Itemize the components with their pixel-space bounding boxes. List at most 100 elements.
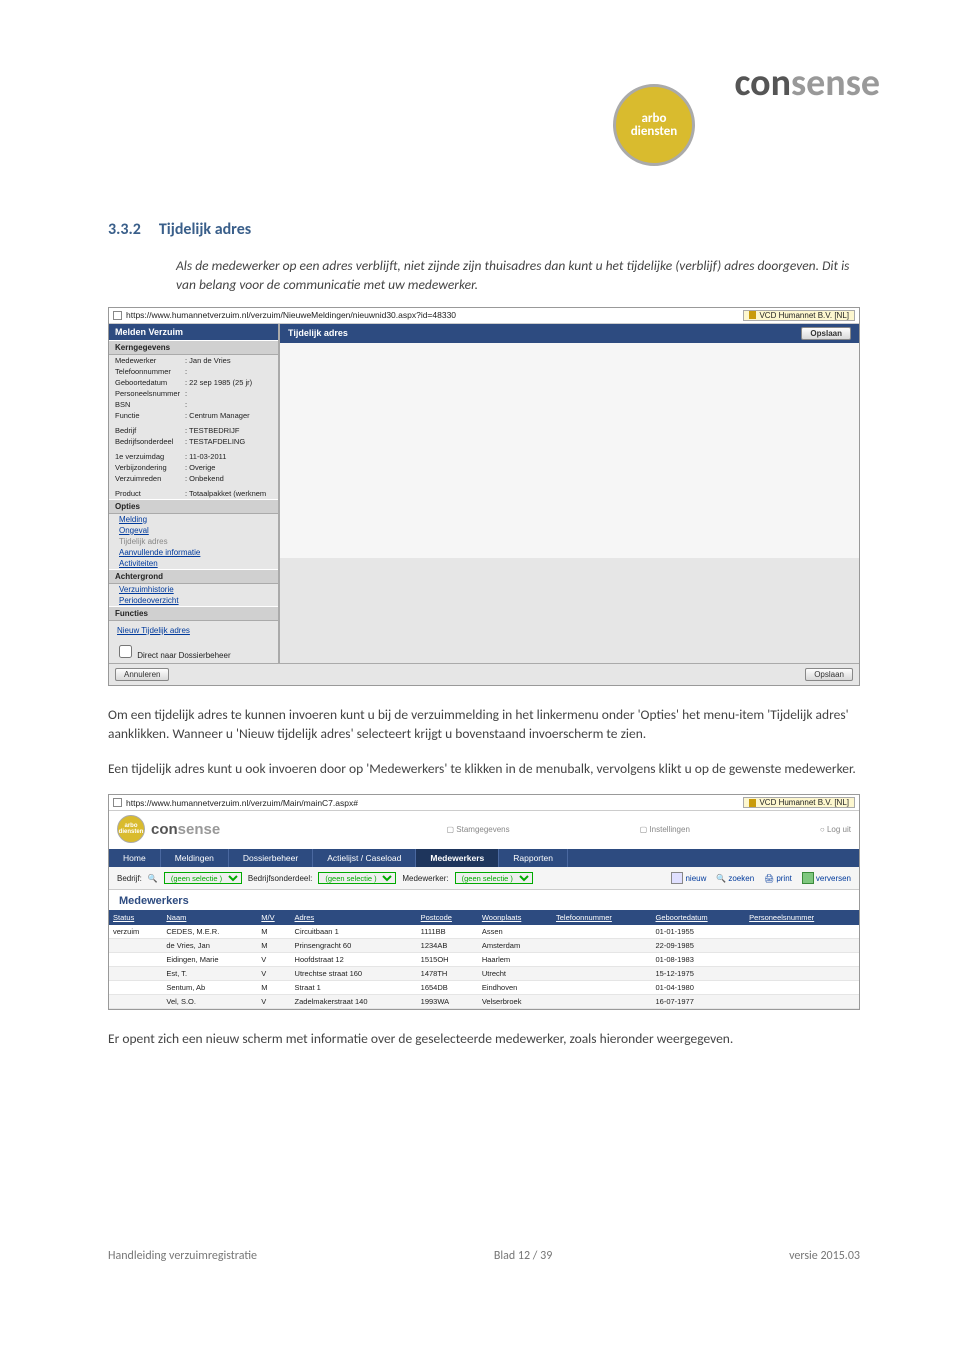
section-number: 3.3.2	[108, 220, 141, 239]
search-icon[interactable]: 🔍	[148, 874, 158, 883]
mini-bottom: diensten	[119, 829, 144, 835]
option-ongeval[interactable]: Ongeval	[109, 525, 278, 536]
action-nieuw[interactable]: nieuw	[671, 872, 706, 884]
kv-key: Medewerker	[115, 356, 185, 365]
col-status[interactable]: Status	[109, 910, 162, 925]
nav-tab-rapporten[interactable]: Rapporten	[499, 849, 568, 867]
opslaan-button-bottom[interactable]: Opslaan	[805, 668, 853, 681]
url-text: https://www.humannetverzuim.nl/verzuim/N…	[126, 310, 456, 320]
cell-geb: 22-09-1985	[652, 939, 746, 953]
col-woonplaats[interactable]: Woonplaats	[478, 910, 552, 925]
cell-adres: Straat 1	[291, 981, 417, 995]
option-tijdelijk-adres: Tijdelijk adres	[109, 536, 278, 547]
option-verzuimhistorie[interactable]: Verzuimhistorie	[109, 584, 278, 595]
label-bedrijf: Bedrijf:	[117, 874, 142, 883]
col-telefoonnummer[interactable]: Telefoonnummer	[552, 910, 652, 925]
option-melding[interactable]: Melding	[109, 514, 278, 525]
sect-functies: Functies	[109, 606, 278, 621]
opslaan-button[interactable]: Opslaan	[801, 327, 851, 340]
table-row[interactable]: Sentum, AbMStraat 11654DBEindhoven01-04-…	[109, 981, 859, 995]
nav-tab-dossierbeheer[interactable]: Dossierbeheer	[229, 849, 313, 867]
kv-key: Verbijzondering	[115, 463, 185, 472]
medewerkers-table: StatusNaamM/VAdresPostcodeWoonplaatsTele…	[109, 910, 859, 1009]
table-row[interactable]: Vel, S.O.VZadelmakerstraat 1401993WAVels…	[109, 995, 859, 1009]
table-title: Medewerkers	[109, 890, 859, 910]
action-print[interactable]: 🖨print	[764, 874, 792, 883]
cell-mv: V	[257, 967, 290, 981]
cell-pc: 1234AB	[417, 939, 478, 953]
cell-naam: Vel, S.O.	[162, 995, 257, 1009]
cell-pc: 1478TH	[417, 967, 478, 981]
intro-paragraph: Als de medewerker op een adres verblijft…	[176, 257, 860, 295]
kv-value: TESTBEDRIJF	[185, 426, 239, 435]
cell-status	[109, 953, 162, 967]
paragraph-4: Er opent zich een nieuw scherm met infor…	[108, 1030, 860, 1049]
arbo-text-bottom: diensten	[631, 125, 678, 138]
page-header: arbo diensten consense	[0, 40, 960, 180]
footer-mid: Blad 12 / 39	[494, 1249, 552, 1263]
cell-mv: M	[257, 981, 290, 995]
link-instellingen[interactable]: ▢ Instellingen	[640, 825, 690, 834]
checkbox-input[interactable]	[119, 645, 132, 658]
cell-pn	[745, 939, 859, 953]
link-stamgegevens[interactable]: ▢ Stamgegevens	[446, 825, 509, 834]
cell-tel	[552, 925, 652, 939]
sect-opties: Opties	[109, 499, 278, 514]
zoeken-label: zoeken	[728, 874, 754, 883]
address-bar-2[interactable]: https://www.humannetverzuim.nl/verzuim/M…	[109, 795, 859, 811]
select-bedrijf[interactable]: (geen selectie )	[164, 872, 242, 884]
col-geboortedatum[interactable]: Geboortedatum	[652, 910, 746, 925]
option-periodeoverzicht[interactable]: Periodeoverzicht	[109, 595, 278, 606]
action-zoeken[interactable]: 🔍zoeken	[716, 874, 754, 883]
address-bar[interactable]: https://www.humannetverzuim.nl/verzuim/N…	[109, 308, 859, 324]
cell-naam: de Vries, Jan	[162, 939, 257, 953]
nieuw-label: nieuw	[685, 874, 706, 883]
cell-wp: Assen	[478, 925, 552, 939]
col-adres[interactable]: Adres	[291, 910, 417, 925]
select-bedrijfsonderdeel[interactable]: (geen selectie )	[318, 872, 396, 884]
option-aanvullende-info[interactable]: Aanvullende informatie	[109, 547, 278, 558]
table-row[interactable]: verzuimCEDES, M.E.R.MCircuitbaan 11111BB…	[109, 925, 859, 939]
cell-geb: 16-07-1977	[652, 995, 746, 1009]
mini-light: sense	[178, 821, 221, 838]
section-title-text: Tijdelijk adres	[159, 220, 251, 239]
nav-tab-home[interactable]: Home	[109, 849, 161, 867]
sidebar: Melden Verzuim Kerngegevens MedewerkerJa…	[109, 324, 279, 663]
table-row[interactable]: de Vries, JanMPrinsengracht 601234ABAmst…	[109, 939, 859, 953]
action-verversen[interactable]: verversen	[802, 872, 851, 884]
link-nieuw-tijdelijk-adres[interactable]: Nieuw Tijdelijk adres	[117, 625, 270, 636]
checkbox-direct-dossier[interactable]: Direct naar Dossierbeheer	[109, 640, 278, 663]
col-naam[interactable]: Naam	[162, 910, 257, 925]
kv-key: Bedrijfsonderdeel	[115, 437, 185, 446]
verversen-label: verversen	[816, 874, 851, 883]
checkbox-label: Direct naar Dossierbeheer	[137, 651, 230, 660]
link-logout[interactable]: ○ Log uit	[820, 825, 851, 834]
kv-value: Overige	[185, 463, 215, 472]
table-row[interactable]: Eidingen, MarieVHoofdstraat 121515OHHaar…	[109, 953, 859, 967]
logo-part-dark: con	[734, 60, 791, 106]
stam-label: Stamgegevens	[456, 825, 509, 834]
cell-adres: Zadelmakerstraat 140	[291, 995, 417, 1009]
cell-geb: 15-12-1975	[652, 967, 746, 981]
col-personeelsnummer[interactable]: Personeelsnummer	[745, 910, 859, 925]
option-activiteiten[interactable]: Activiteiten	[109, 558, 278, 569]
cell-mv: M	[257, 939, 290, 953]
kv-value: Centrum Manager	[185, 411, 250, 420]
cell-tel	[552, 981, 652, 995]
annuleren-button[interactable]: Annuleren	[115, 668, 169, 681]
col-postcode[interactable]: Postcode	[417, 910, 478, 925]
cell-naam: Est, T.	[162, 967, 257, 981]
col-m/v[interactable]: M/V	[257, 910, 290, 925]
screenshot-medewerkers: https://www.humannetverzuim.nl/verzuim/M…	[108, 794, 860, 1010]
cell-status: verzuim	[109, 925, 162, 939]
cell-pc: 1993WA	[417, 995, 478, 1009]
select-medewerker[interactable]: (geen selectie )	[455, 872, 533, 884]
kv-key: Product	[115, 489, 185, 498]
kv-key: Geboortedatum	[115, 378, 185, 387]
cell-wp: Amsterdam	[478, 939, 552, 953]
nav-tab-actielijst-caseload[interactable]: Actielijst / Caseload	[313, 849, 416, 867]
kv-value: TESTAFDELING	[185, 437, 245, 446]
nav-tab-medewerkers[interactable]: Medewerkers	[416, 849, 499, 867]
table-row[interactable]: Est, T.VUtrechtse straat 1601478THUtrech…	[109, 967, 859, 981]
nav-tab-meldingen[interactable]: Meldingen	[161, 849, 229, 867]
